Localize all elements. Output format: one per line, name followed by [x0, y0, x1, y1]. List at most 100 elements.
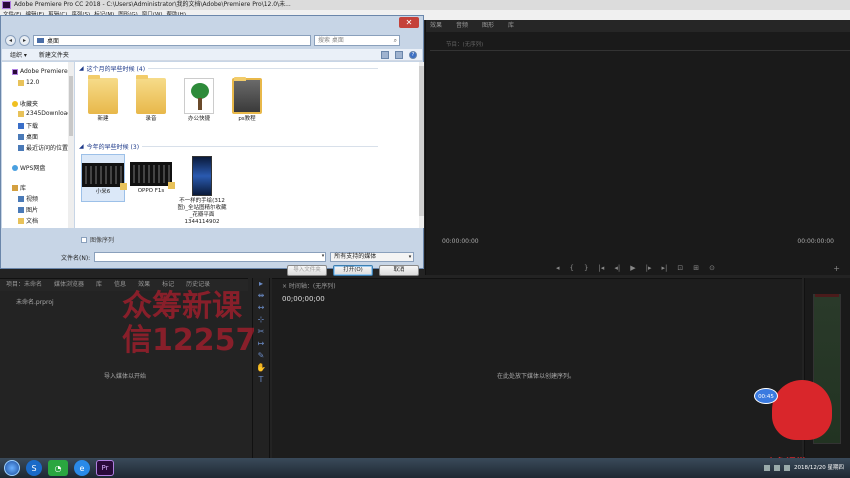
- razor-tool-icon[interactable]: ✂: [253, 326, 269, 338]
- nav-item-libraries[interactable]: 库: [12, 183, 26, 192]
- timeline-empty-hint: 在此处放下媒体以创建序列。: [497, 373, 576, 380]
- nav-item-videos[interactable]: 视频: [18, 194, 38, 203]
- clock[interactable]: 2018/12/20 星期四: [794, 465, 844, 472]
- ripple-edit-tool-icon[interactable]: ↔: [253, 302, 269, 314]
- premiere-window-title: Adobe Premiere Pro CC 2018 - C:\Users\Ad…: [14, 1, 291, 8]
- tab-effects[interactable]: 效果: [430, 20, 442, 32]
- nav-item-recent[interactable]: 最近访问的位置: [18, 143, 68, 152]
- file-item-luyin[interactable]: 录音: [129, 75, 173, 123]
- dialog-close-button[interactable]: ✕: [399, 17, 419, 28]
- tab-media-browser[interactable]: 媒体浏览器: [54, 279, 84, 291]
- tab-effects-panel[interactable]: 效果: [138, 279, 150, 291]
- filetype-select[interactable]: 所有支持的媒体 ▾: [330, 252, 415, 262]
- image-sequence-checkbox[interactable]: [81, 236, 87, 243]
- slip-tool-icon[interactable]: ⊹: [253, 314, 269, 326]
- nav-scrollbar[interactable]: [68, 62, 74, 228]
- premiere-taskbar-button[interactable]: Pr: [96, 460, 114, 476]
- go-to-out-icon[interactable]: ▸|: [661, 264, 667, 272]
- premiere-title-bar: Adobe Premiere Pro CC 2018 - C:\Users\Ad…: [0, 0, 850, 10]
- file-item-xinjian[interactable]: 新建: [81, 75, 125, 123]
- file-item-hand-drawn[interactable]: 不一样的手绘(312图)_全站图精尔收藏_花瓣平面1344114902: [177, 156, 227, 226]
- address-bar[interactable]: 桌面: [33, 34, 311, 46]
- group-header-this-month[interactable]: ◢ 这个月的早些时候 (4): [79, 64, 379, 73]
- view-options-icon[interactable]: [381, 50, 389, 59]
- step-forward-icon[interactable]: |▸: [646, 264, 652, 272]
- play-icon[interactable]: ▶: [630, 264, 635, 272]
- new-folder-button[interactable]: 新建文件夹: [39, 50, 69, 59]
- mark-in-icon[interactable]: ◂: [556, 264, 560, 272]
- nav-item-12[interactable]: 12.0: [18, 79, 39, 86]
- tools-panel: ▸ ⇹ ↔ ⊹ ✂ ↦ ✎ ✋ T: [252, 278, 270, 458]
- file-list-scrollbar[interactable]: [419, 62, 424, 228]
- volume-icon[interactable]: [784, 465, 791, 471]
- transport-controls: ◂ { } |◂ ◂| ▶ |▸ ▸| ⊡ ⊞ ⊙: [556, 264, 715, 272]
- timeline-tab[interactable]: × 时间轴：(无序列): [282, 281, 336, 290]
- filename-label: 文件名(N):: [61, 254, 91, 262]
- back-arrow-icon[interactable]: ◂: [5, 34, 16, 46]
- file-item-ps-tutorial[interactable]: ps教程: [225, 77, 269, 123]
- tab-history[interactable]: 历史记录: [186, 279, 210, 291]
- hand-tool-icon[interactable]: ✋: [253, 362, 269, 374]
- file-item-oppo-f1s[interactable]: OPPO F1s: [129, 162, 175, 195]
- go-to-in-icon[interactable]: |◂: [598, 264, 604, 272]
- tab-audio[interactable]: 音频: [456, 20, 468, 32]
- forward-arrow-icon[interactable]: ▸: [19, 34, 30, 46]
- nav-item-premiere[interactable]: Adobe Premiere: [12, 68, 68, 75]
- group-header-this-year[interactable]: ◢ 今年的早些时候 (3): [79, 142, 379, 151]
- timeline-panel: × 时间轴：(无序列) 00;00;00;00 在此处放下媒体以创建序列。: [272, 278, 802, 458]
- start-button-icon[interactable]: [4, 460, 20, 476]
- pen-tool-icon[interactable]: ✎: [253, 350, 269, 362]
- mark-out-bracket-icon[interactable]: }: [584, 264, 588, 272]
- nav-item-documents[interactable]: 文档: [18, 216, 38, 225]
- wechat-icon[interactable]: ◔: [48, 460, 68, 476]
- search-input[interactable]: 搜索 桌面 ⌕: [314, 34, 400, 46]
- filename-input[interactable]: ▾: [94, 252, 327, 262]
- extract-icon[interactable]: ⊞: [693, 264, 699, 272]
- cloud-icon: [12, 164, 18, 171]
- import-folder-button[interactable]: 导入文件夹: [287, 265, 327, 276]
- file-item-office-shortcut[interactable]: 办公快捷: [177, 78, 221, 123]
- tab-info[interactable]: 信息: [114, 279, 126, 291]
- elephant-logo-icon: [772, 380, 832, 440]
- slide-tool-icon[interactable]: ↦: [253, 338, 269, 350]
- button-editor-plus-icon[interactable]: +: [833, 264, 840, 273]
- tab-graphics[interactable]: 图形: [482, 20, 494, 32]
- image-file-icon: [192, 156, 212, 196]
- nav-item-2345downloads[interactable]: 2345Downloads: [18, 110, 74, 117]
- folder-icon: [18, 79, 24, 86]
- preview-pane-icon[interactable]: [395, 50, 403, 59]
- nav-item-wps-cloud[interactable]: WPS网盘: [12, 163, 45, 172]
- mark-in-bracket-icon[interactable]: {: [570, 264, 574, 272]
- cancel-button[interactable]: 取消: [379, 265, 419, 276]
- nav-item-downloads[interactable]: 下载: [18, 121, 38, 130]
- tab-project[interactable]: 项目：未命名: [6, 279, 42, 291]
- timeline-timecode[interactable]: 00;00;00;00: [282, 295, 325, 303]
- dialog-buttons: 导入文件夹 打开(O) 取消: [287, 265, 419, 276]
- document-icon: [18, 217, 24, 224]
- lift-icon[interactable]: ⊡: [677, 264, 683, 272]
- selection-tool-icon[interactable]: ▸: [253, 278, 269, 290]
- system-tray: 2018/12/20 星期四: [764, 458, 844, 478]
- track-select-tool-icon[interactable]: ⇹: [253, 290, 269, 302]
- project-tabs: 项目：未命名 媒体浏览器 库 信息 效果 标记 历史记录: [0, 279, 248, 291]
- nav-item-favorites[interactable]: 收藏夹: [12, 99, 38, 108]
- help-icon[interactable]: ?: [409, 50, 417, 59]
- sogou-icon[interactable]: S: [26, 460, 42, 476]
- tab-library[interactable]: 库: [96, 279, 102, 291]
- type-tool-icon[interactable]: T: [253, 374, 269, 386]
- chevron-down-icon[interactable]: ▾: [322, 253, 325, 259]
- program-timecode-current[interactable]: 00:00:00:00: [442, 238, 479, 245]
- nav-item-pictures[interactable]: 图片: [18, 205, 38, 214]
- file-item-xiaomi6[interactable]: 小米6: [81, 154, 127, 202]
- organize-menu[interactable]: 组织 ▾: [10, 50, 27, 59]
- step-back-icon[interactable]: ◂|: [614, 264, 620, 272]
- ie-browser-icon[interactable]: e: [74, 460, 90, 476]
- project-file-name: 未命名.prproj: [16, 299, 54, 306]
- open-button[interactable]: 打开(O): [333, 265, 373, 276]
- tab-markers[interactable]: 标记: [162, 279, 174, 291]
- tab-libraries[interactable]: 库: [508, 20, 514, 32]
- network-icon[interactable]: [774, 465, 781, 471]
- tray-icon[interactable]: [764, 465, 771, 471]
- export-frame-icon[interactable]: ⊙: [709, 264, 715, 272]
- nav-item-desktop[interactable]: 桌面: [18, 132, 38, 141]
